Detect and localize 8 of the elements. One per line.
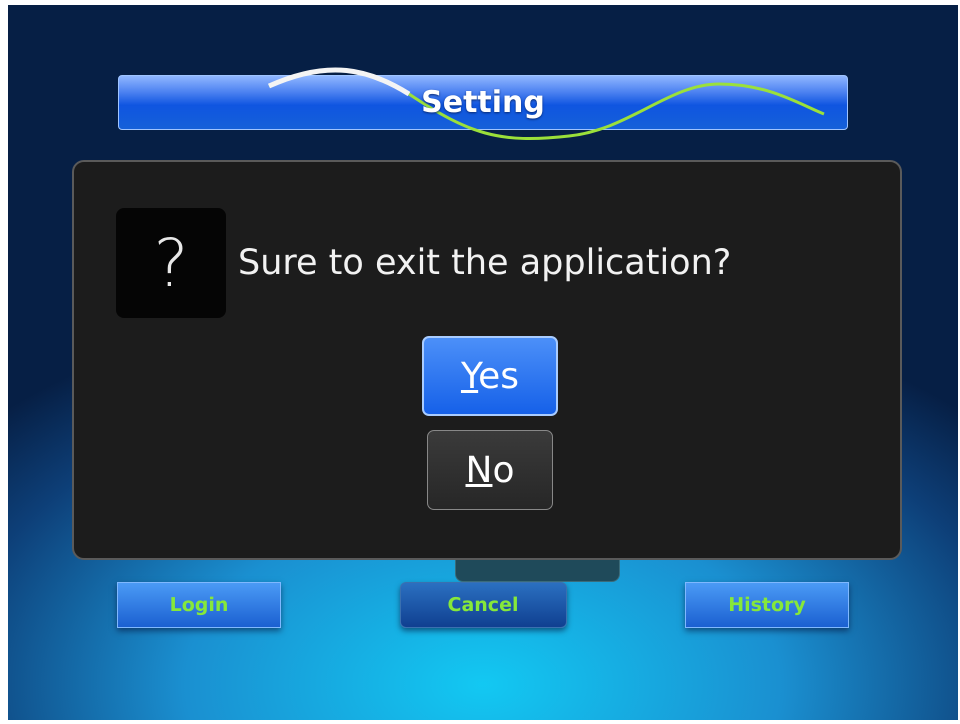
dialog-message: Sure to exit the application? (238, 243, 732, 283)
footer-button[interactable]: Cancel (400, 582, 566, 628)
footer-button[interactable]: Login (117, 582, 281, 628)
dialog-button[interactable]: No (427, 430, 553, 510)
footer-button[interactable]: History (685, 582, 849, 628)
question-icon: ? (116, 208, 226, 318)
screen-title: Setting (421, 85, 545, 120)
dialog-button[interactable]: Yes (422, 336, 558, 416)
